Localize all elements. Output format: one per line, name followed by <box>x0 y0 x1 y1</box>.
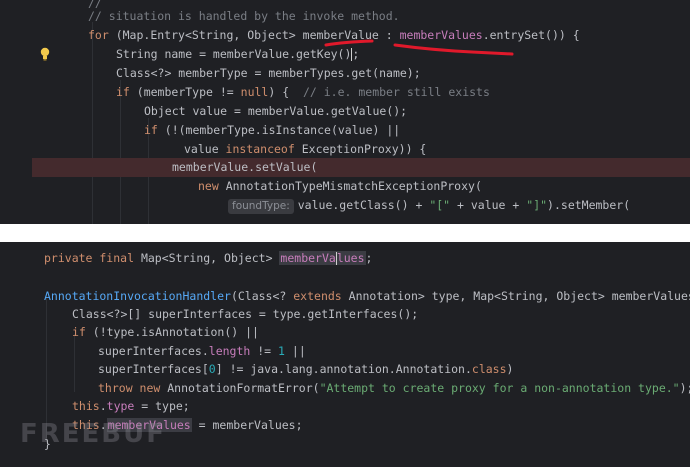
code-line-get-value: Object value = memberValue.getValue(); <box>144 104 408 118</box>
lightbulb-icon[interactable] <box>40 47 50 61</box>
red-underline-annotation <box>324 39 374 47</box>
parameter-hint: foundType: <box>228 199 294 214</box>
code-line-member-type: Class<?> memberType = memberTypes.get(na… <box>116 66 421 80</box>
code-line-throw: throw new AnnotationFormatError("Attempt… <box>98 381 690 395</box>
code-line-get-key: String name = memberValue.getKey(); <box>116 47 360 61</box>
code-line-constructor: AnnotationInvocationHandler(Class<? exte… <box>44 289 690 303</box>
code-line-set-value: memberValue.setValue( <box>172 160 318 174</box>
code-line-super-interfaces: Class<?>[] superInterfaces = type.getInt… <box>72 307 419 321</box>
code-line-index-check: superInterfaces[0] != java.lang.annotati… <box>98 362 514 376</box>
code-line-if-annotation: if (!type.isAnnotation() || <box>72 325 259 339</box>
code-line-if-not-null: if (memberType != null) { // i.e. member… <box>116 85 490 99</box>
top-code-editor[interactable]: // // situation is handled by the invoke… <box>0 0 690 224</box>
breakpoint-line-highlight <box>32 158 690 177</box>
member-values-declaration: memberValues <box>279 251 366 265</box>
code-line-found-type: foundType: value.getClass() + "[" + value… <box>228 196 630 215</box>
red-underline-annotation-2 <box>393 43 514 56</box>
code-line-this-type: this.type = type; <box>72 399 190 413</box>
code-line-is-instance: if (!(memberType.isInstance(value) || <box>144 123 401 137</box>
code-line-new-proxy: new AnnotationTypeMismatchExceptionProxy… <box>198 179 482 193</box>
code-line-length-check: superInterfaces.length != 1 || <box>98 344 306 358</box>
freebuf-watermark: FREEBUF <box>20 419 166 449</box>
code-line-comment: // situation is handled by the invoke me… <box>88 9 400 23</box>
code-line-field-decl: private final Map<String, Object> member… <box>44 251 373 265</box>
code-line-instanceof: value instanceof ExceptionProxy)) { <box>184 142 427 156</box>
